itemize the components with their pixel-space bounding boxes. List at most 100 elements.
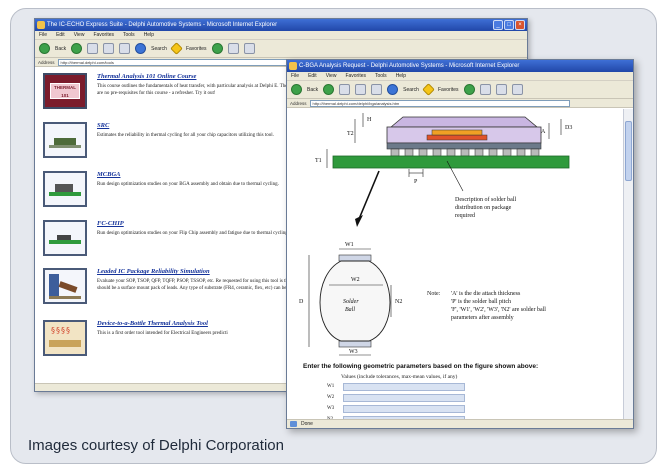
label-t2: T2 <box>347 131 354 137</box>
menu-tools[interactable]: Tools <box>123 31 135 39</box>
menu-help[interactable]: Help <box>396 72 406 80</box>
mail-icon[interactable] <box>243 43 255 54</box>
param-label: W2 <box>327 395 335 400</box>
close-button[interactable]: × <box>515 20 525 30</box>
tool-link[interactable]: MCBGA <box>97 171 120 178</box>
solder-ball <box>474 148 484 157</box>
zoom-arrowhead <box>355 215 363 227</box>
refresh-icon[interactable] <box>355 84 367 95</box>
label-ball: Ball <box>345 307 355 313</box>
bga-geometry-diagram: T2 H T1 A D3 P Description of solder bal… <box>299 113 572 356</box>
image-caption: Images courtesy of Delphi Corporation <box>28 437 284 454</box>
w3-input[interactable] <box>343 405 465 413</box>
address-input[interactable]: http://thermal.delphi.com/delphi/bga/ana… <box>309 99 570 107</box>
label-w3: W3 <box>349 349 358 355</box>
menu-edit[interactable]: Edit <box>308 72 317 80</box>
minimize-button[interactable]: _ <box>493 20 503 30</box>
vertical-scrollbar[interactable] <box>623 109 633 419</box>
thermal-101-logo[interactable]: THERMAL 101 <box>43 73 87 109</box>
label-a: A <box>541 129 546 135</box>
solder-ball <box>390 148 400 157</box>
tool-link[interactable]: Thermal Analysis 101 Online Course <box>97 73 196 80</box>
mold-cap <box>389 116 539 128</box>
ie-icon <box>37 21 45 29</box>
menu-tools[interactable]: Tools <box>375 72 387 80</box>
menu-file[interactable]: File <box>291 72 299 80</box>
favorites-label[interactable]: Favorites <box>438 87 459 93</box>
history-icon[interactable] <box>479 84 491 95</box>
label-w1: W1 <box>345 242 354 248</box>
home-icon[interactable] <box>119 43 131 54</box>
back-label[interactable]: Back <box>55 46 66 52</box>
mcbga-icon[interactable] <box>43 171 87 207</box>
stop-icon[interactable] <box>339 84 351 95</box>
tool-link[interactable]: FC-CHIP <box>97 220 124 227</box>
solder-ball <box>502 148 512 157</box>
tool-description: Run design optimization studies on your … <box>97 182 279 187</box>
menu-favorites[interactable]: Favorites <box>345 72 366 80</box>
search-icon[interactable] <box>135 43 147 54</box>
home-icon[interactable] <box>371 84 383 95</box>
fc-chip-icon[interactable] <box>43 220 87 256</box>
favorites-star-icon[interactable] <box>422 83 435 96</box>
tool-link[interactable]: Device-to-a-Bottle Thermal Analysis Tool <box>97 320 208 327</box>
menu-edit[interactable]: Edit <box>56 31 65 39</box>
tool-link[interactable]: SRC <box>97 122 109 129</box>
menu-favorites[interactable]: Favorites <box>93 31 114 39</box>
favorites-star-icon[interactable] <box>170 42 183 55</box>
address-label: Address <box>38 59 55 65</box>
solder-ball <box>530 148 540 157</box>
tool-description: Estimates the reliability in thermal cyc… <box>97 133 274 138</box>
print-icon[interactable] <box>511 84 523 95</box>
form-subheading: Values (include tolerances, max-mean val… <box>341 374 458 380</box>
note-line: 'A' is the die attach thickness <box>451 291 521 297</box>
mail-icon[interactable] <box>495 84 507 95</box>
label-d: D <box>299 299 304 305</box>
stop-icon[interactable] <box>87 43 99 54</box>
tool-description: This course outlines the fundamentals of… <box>97 84 292 96</box>
scrollbar-thumb[interactable] <box>625 121 632 181</box>
back-arrow-icon[interactable] <box>291 84 302 95</box>
front-browser-window: C-BGA Analysis Request - Delphi Automoti… <box>286 59 634 429</box>
w1-input[interactable] <box>343 383 465 391</box>
param-label: D1 <box>327 428 333 429</box>
search-icon[interactable] <box>387 84 399 95</box>
front-window-title: C-BGA Analysis Request - Delphi Automoti… <box>299 63 520 69</box>
menu-view[interactable]: View <box>326 72 337 80</box>
refresh-icon[interactable] <box>103 43 115 54</box>
param-row: W1 <box>327 383 467 393</box>
search-label[interactable]: Search <box>403 87 419 93</box>
maximize-button[interactable]: □ <box>504 20 514 30</box>
callout-line-2: distribution on package <box>455 205 512 211</box>
menu-view[interactable]: View <box>74 31 85 39</box>
die-attach <box>431 129 483 136</box>
forward-arrow-icon[interactable] <box>71 43 83 54</box>
menu-help[interactable]: Help <box>144 31 154 39</box>
media-icon[interactable] <box>211 43 223 54</box>
search-label[interactable]: Search <box>151 46 167 52</box>
param-label: W1 <box>327 384 335 389</box>
w2-input[interactable] <box>343 394 465 402</box>
note-label: Note: <box>427 291 441 297</box>
forward-arrow-icon[interactable] <box>323 84 335 95</box>
note-line: 'P' is the solder ball pitch <box>451 299 511 305</box>
thermal-101-badge: THERMAL 101 <box>50 83 80 99</box>
front-address-bar: Address http://thermal.delphi.com/delphi… <box>287 99 633 108</box>
media-icon[interactable] <box>463 84 475 95</box>
status-text: Done <box>301 421 313 427</box>
src-chip-icon[interactable] <box>43 122 87 158</box>
substrate <box>386 142 542 150</box>
leaded-ic-icon[interactable] <box>43 268 87 304</box>
favorites-label[interactable]: Favorites <box>186 46 207 52</box>
address-label: Address <box>290 100 307 106</box>
back-label[interactable]: Back <box>307 87 318 93</box>
front-toolbar: Back Search Favorites <box>287 81 633 99</box>
bottle-thermal-icon[interactable]: §§§§ <box>43 320 87 356</box>
address-input[interactable]: http://thermal.delphi.com/tools <box>57 58 288 66</box>
menu-file[interactable]: File <box>39 31 47 39</box>
history-icon[interactable] <box>227 43 239 54</box>
tool-description: This is a first order tool intended for … <box>97 331 228 336</box>
back-arrow-icon[interactable] <box>39 43 50 54</box>
solder-ball-row <box>390 148 540 157</box>
tool-link[interactable]: Leaded IC Package Reliability Simulation <box>97 268 210 275</box>
